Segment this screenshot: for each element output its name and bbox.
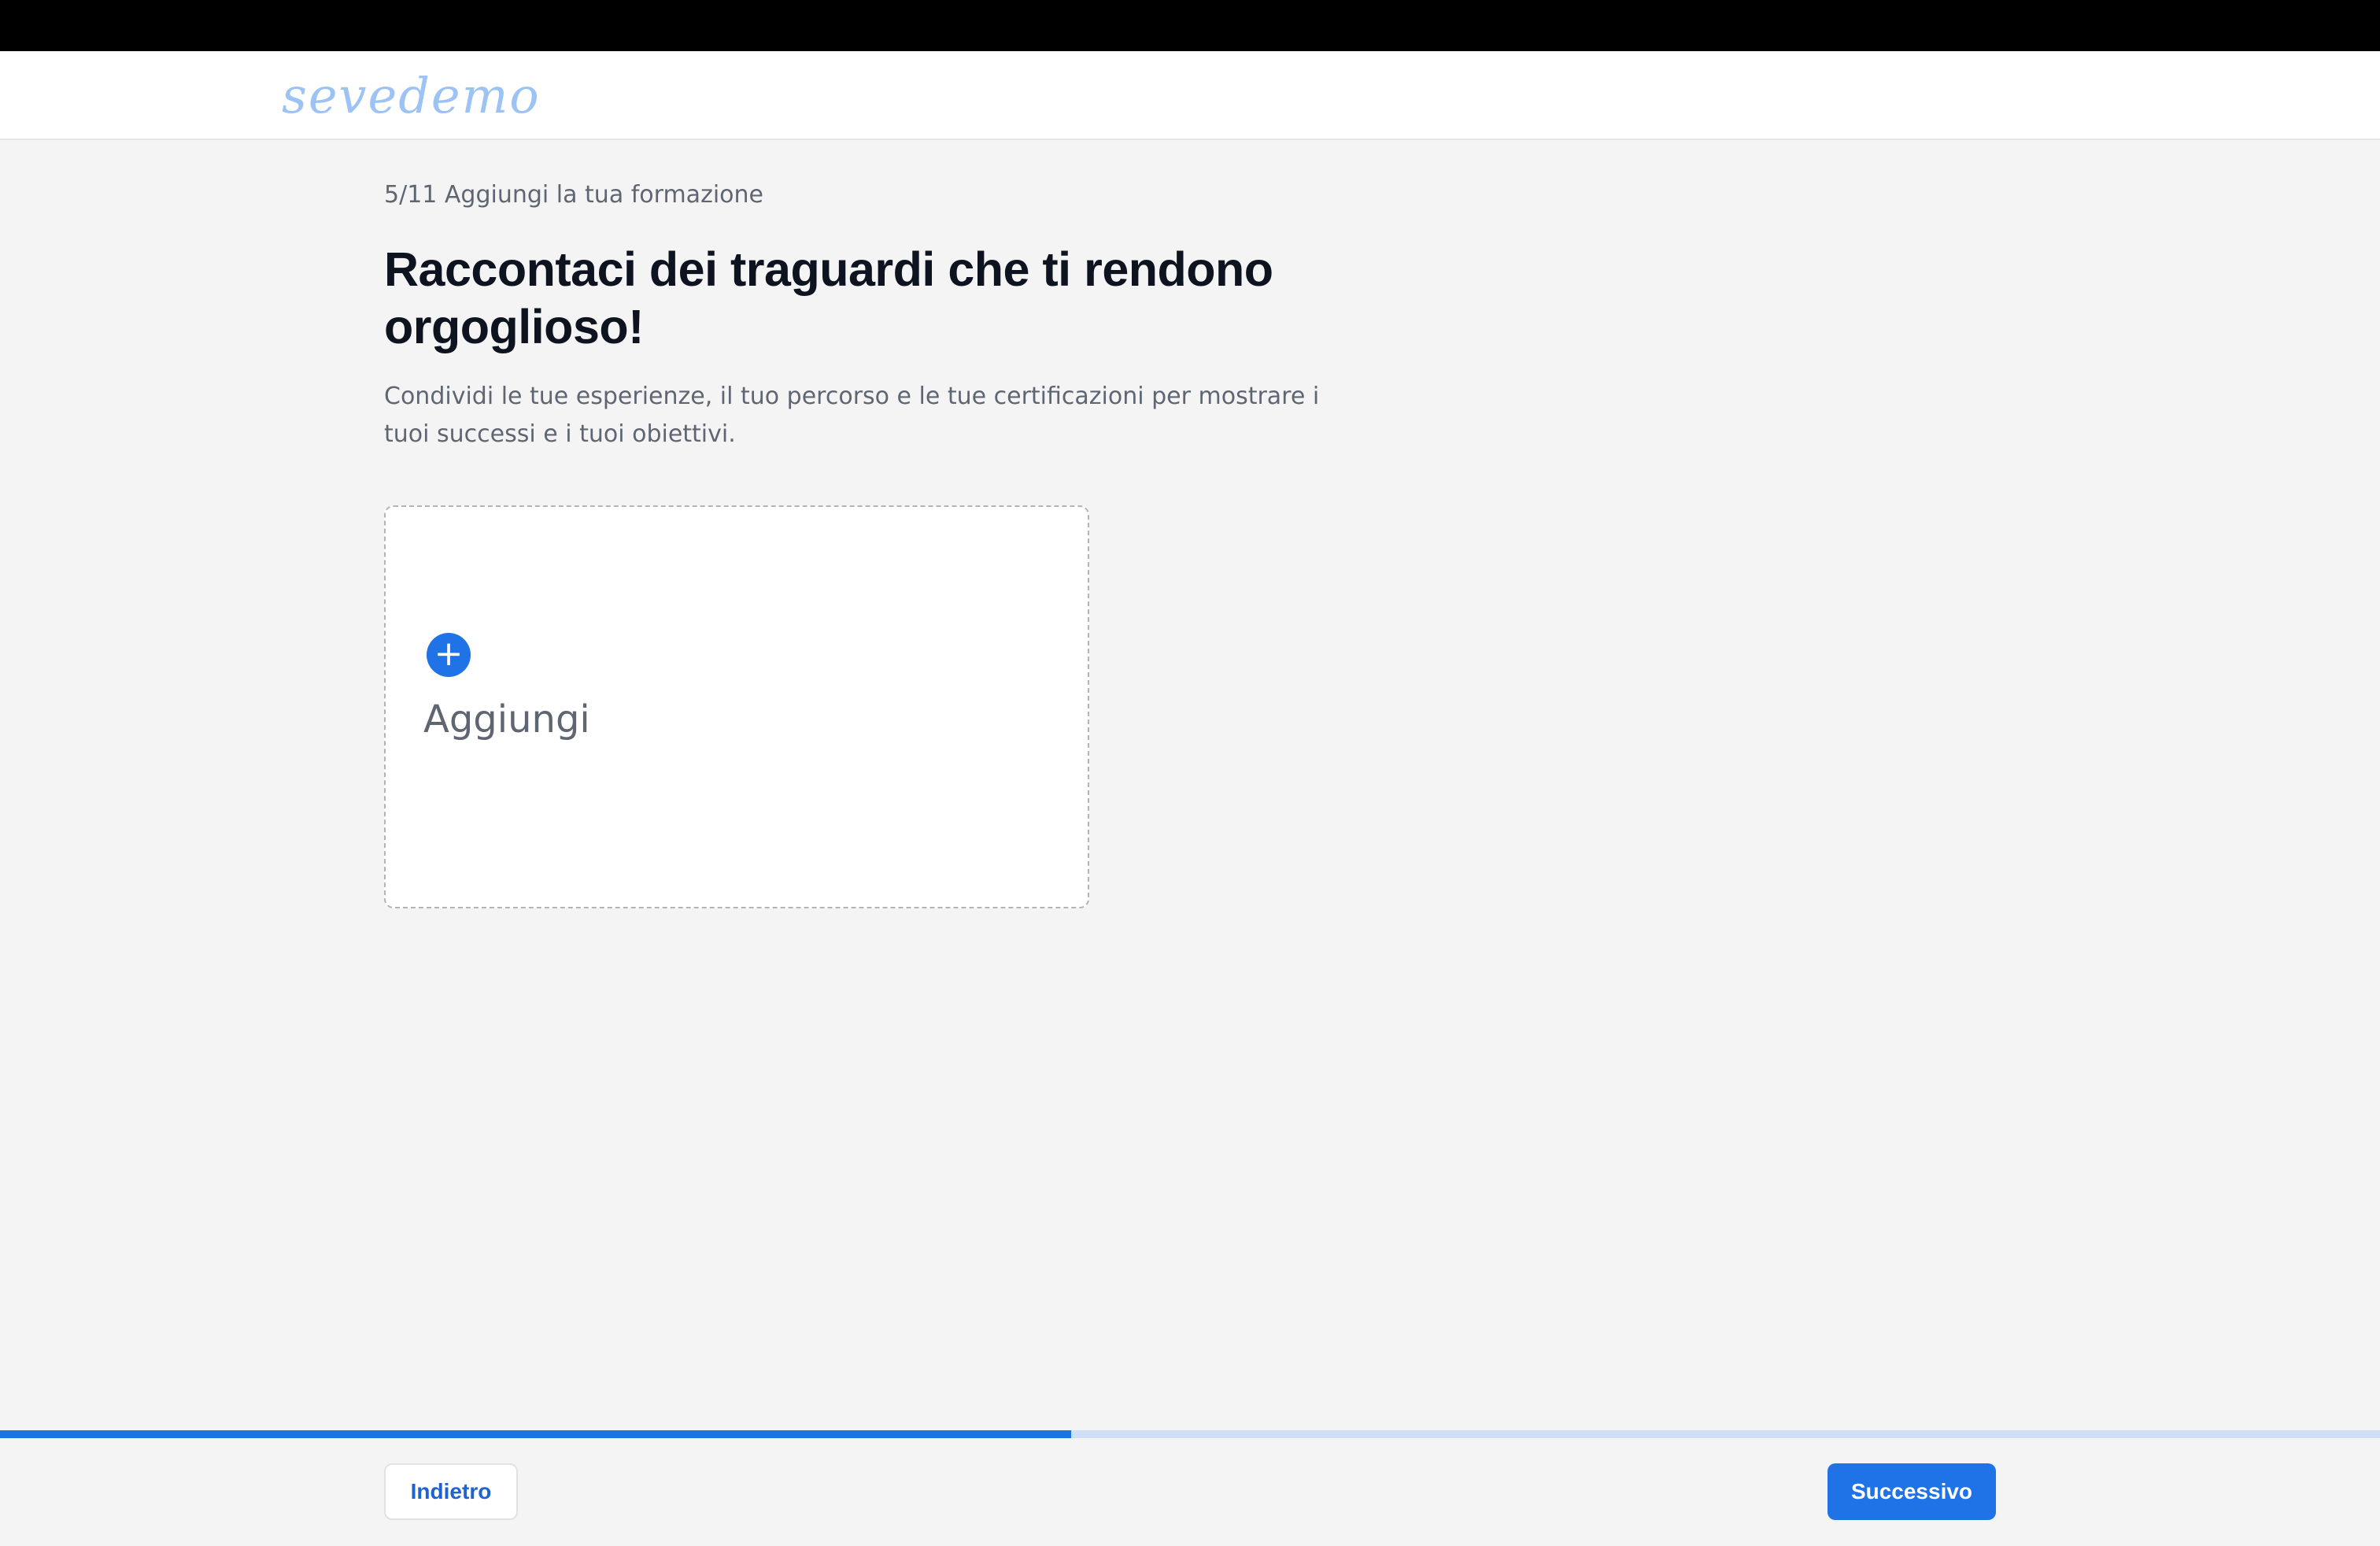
page-description: Condividi le tue esperienze, il tuo perc… (384, 383, 1320, 448)
progress-bar (0, 1430, 2380, 1438)
brand-logo[interactable]: sevedemo (282, 68, 541, 124)
top-bezel (0, 0, 2380, 51)
back-button[interactable]: Indietro (384, 1463, 518, 1520)
footer-nav: Indietro Successivo (0, 1438, 2380, 1546)
add-item-card[interactable]: + Aggiungi (384, 505, 1089, 908)
progress-bar-fill (0, 1430, 1071, 1438)
next-button[interactable]: Successivo (1828, 1463, 1996, 1520)
app-header: sevedemo (0, 51, 2380, 140)
plus-icon[interactable]: + (427, 633, 471, 677)
page-title: Raccontaci dei traguardi che ti rendono … (384, 242, 1273, 353)
add-item-label: Aggiungi (423, 697, 590, 742)
step-indicator: 5/11 Aggiungi la tua formazione (384, 181, 763, 209)
